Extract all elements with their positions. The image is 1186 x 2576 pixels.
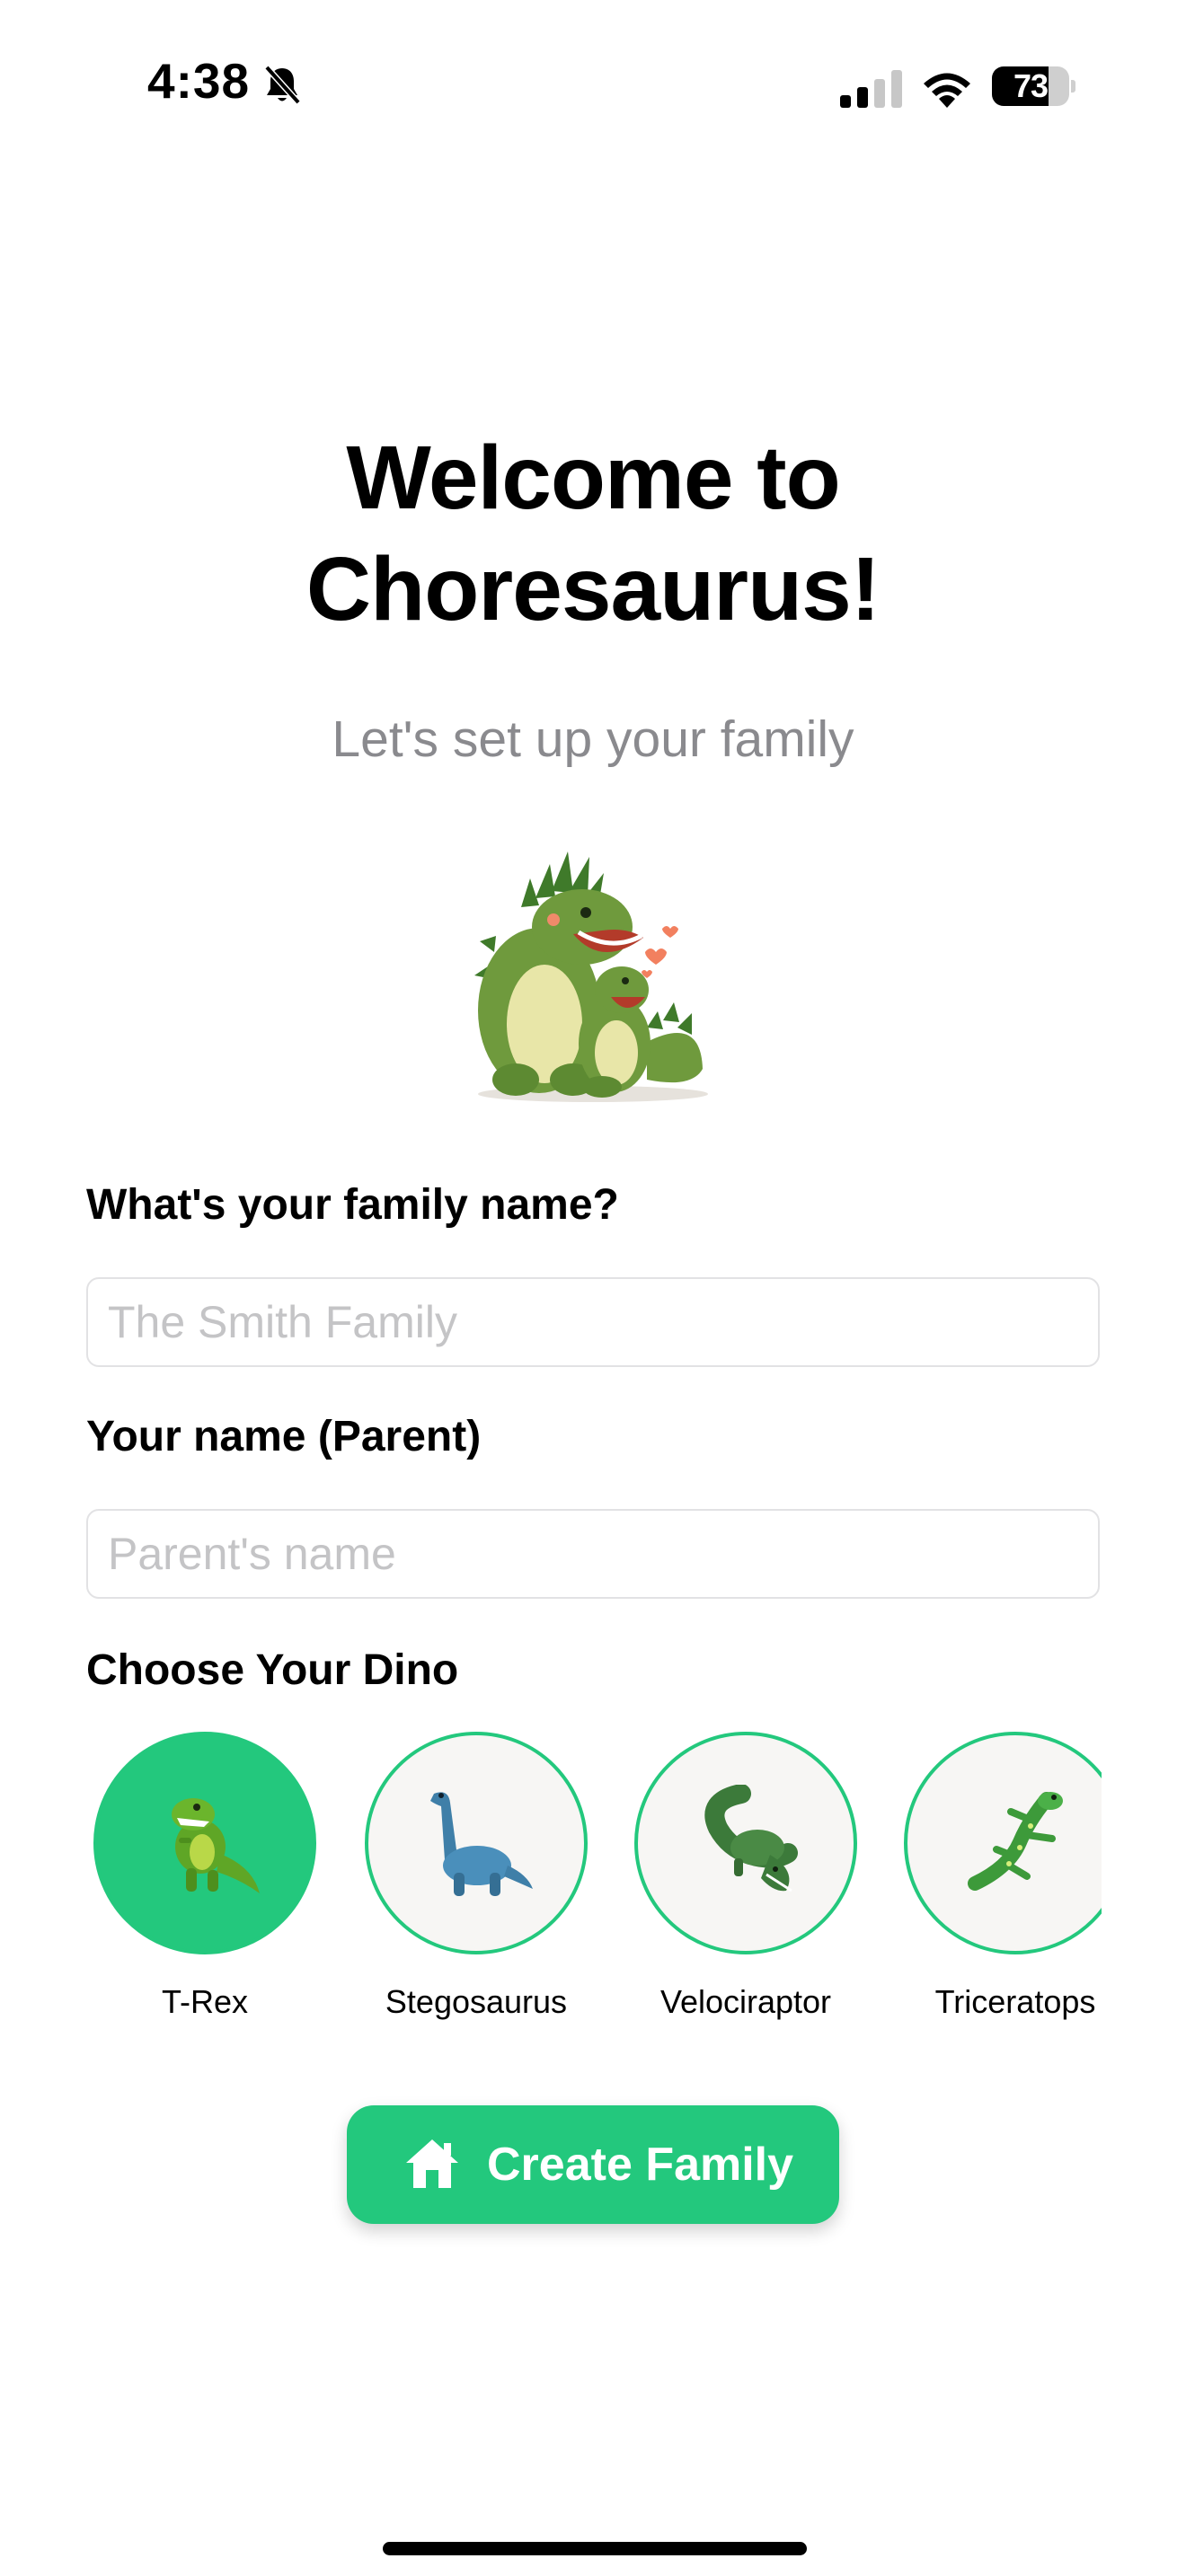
dino-option-circle [93, 1732, 316, 1954]
family-name-label: What's your family name? [86, 1181, 619, 1229]
dino-option-label: Triceratops [934, 1983, 1096, 2020]
battery-indicator: 73 [992, 66, 1075, 106]
page-subtitle: Let's set up your family [332, 710, 854, 768]
parent-name-label: Your name (Parent) [86, 1413, 482, 1460]
dino-option-label: T-Rex [161, 1983, 248, 2020]
dino-option-stegosaurus[interactable]: Stegosaurus [365, 1732, 588, 2020]
dino-option-label: Velociraptor [659, 1983, 832, 2020]
dino-option-circle [904, 1732, 1102, 1954]
t-rex-icon [172, 1798, 260, 1893]
choose-dino-label: Choose Your Dino [86, 1646, 459, 1694]
dino-option-circle [634, 1732, 857, 1954]
dino-option-t-rex[interactable]: T-Rex [93, 1732, 316, 2020]
dino-option-circle [365, 1732, 588, 1954]
lizard-icon [968, 1792, 1063, 1891]
dino-family-illustration [474, 851, 708, 1102]
title-line-2: Choresaurus! [305, 539, 881, 640]
sauropod-icon [430, 1792, 533, 1896]
title-line-1: Welcome to [346, 428, 840, 528]
battery-percent: 73 [1013, 67, 1049, 104]
family-name-input[interactable] [86, 1277, 1100, 1367]
home-icon [406, 2139, 458, 2188]
dino-option-triceratops[interactable]: Triceratops [904, 1732, 1102, 2020]
dino-option-label: Stegosaurus [385, 1983, 568, 2020]
bell-slash-icon [264, 65, 301, 105]
welcome-screen: 4:38 73 Welcome to Choresaurus! Let's se… [0, 0, 1186, 2576]
dino-picker: T-Rex Stegosaurus Velociraptor Tricerato… [0, 1707, 1102, 2048]
wifi-icon [924, 73, 970, 108]
status-time: 4:38 [147, 53, 251, 109]
create-family-button[interactable]: Create Family [347, 2105, 839, 2224]
home-indicator[interactable] [383, 2542, 807, 2555]
cellular-signal-icon [840, 70, 902, 108]
parent-name-input[interactable] [86, 1509, 1100, 1599]
crocodile-icon [704, 1785, 798, 1892]
create-family-label: Create Family [487, 2139, 794, 2191]
page-title: Welcome to Choresaurus! [0, 422, 1186, 645]
dino-option-velociraptor[interactable]: Velociraptor [634, 1732, 857, 2020]
